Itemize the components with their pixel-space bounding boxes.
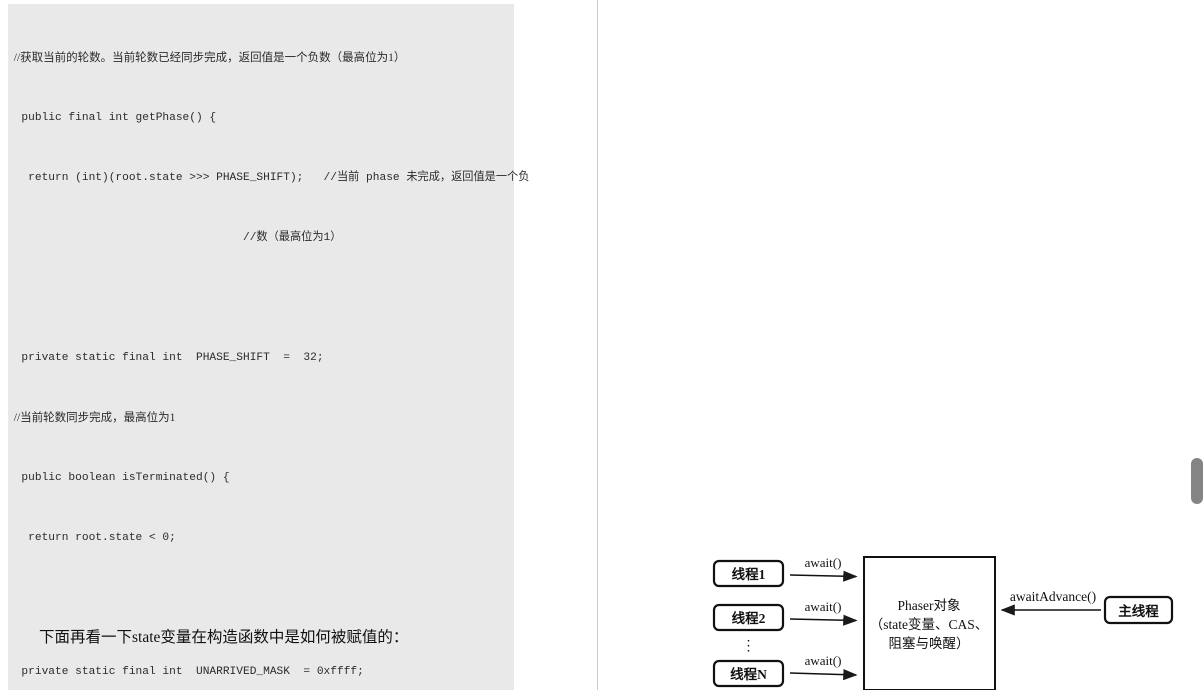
- left-paragraph: 下面再看一下state变量在构造函数中是如何被赋值的：: [39, 629, 409, 646]
- code-line: //获取当前的轮数。当前轮数已经同步完成，返回值是一个负数（最高位为1）: [8, 52, 406, 64]
- code-line: //数（最高位为1）: [8, 232, 342, 244]
- code-line: private static final int PHASE_SHIFT = 3…: [8, 352, 324, 364]
- figure-4-10-diagram: 线程1 线程2 线程N ⋮ await() await() await() Ph…: [690, 548, 1203, 690]
- vertical-ellipsis: ⋮: [742, 639, 756, 654]
- code-line: }: [0, 288, 514, 308]
- await-label-1: await(): [805, 555, 842, 570]
- phaser-box-line-3: 阻塞与唤醒）: [889, 635, 970, 651]
- code-line: public final int getPhase() {: [8, 112, 217, 124]
- thread-box-2-label: 线程2: [732, 610, 766, 626]
- phaser-box-line-2: （state变量、CAS、: [870, 617, 989, 632]
- thread-box-1-label: 线程1: [732, 566, 766, 582]
- await-label-3: await(): [805, 653, 842, 668]
- code-line: public boolean isTerminated() {: [8, 472, 230, 484]
- await-label-2: await(): [805, 599, 842, 614]
- phaser-box-line-1: Phaser对象: [898, 598, 961, 613]
- left-page: //获取当前的轮数。当前轮数已经同步完成，返回值是一个负数（最高位为1） pub…: [0, 0, 597, 690]
- code-line: return root.state < 0;: [8, 532, 176, 544]
- scrollbar-thumb[interactable]: [1191, 458, 1203, 504]
- code-line: private static final int UNARRIVED_MASK …: [8, 666, 364, 678]
- main-thread-label: 主线程: [1118, 603, 1159, 619]
- await-advance-label: awaitAdvance(): [1010, 589, 1096, 604]
- code-line: return (int)(root.state >>> PHASE_SHIFT)…: [8, 172, 530, 184]
- code-line: //当前轮数同步完成，最高位为1: [8, 412, 176, 424]
- thread-box-n-label: 线程N: [730, 666, 767, 682]
- code-line: }: [0, 602, 514, 622]
